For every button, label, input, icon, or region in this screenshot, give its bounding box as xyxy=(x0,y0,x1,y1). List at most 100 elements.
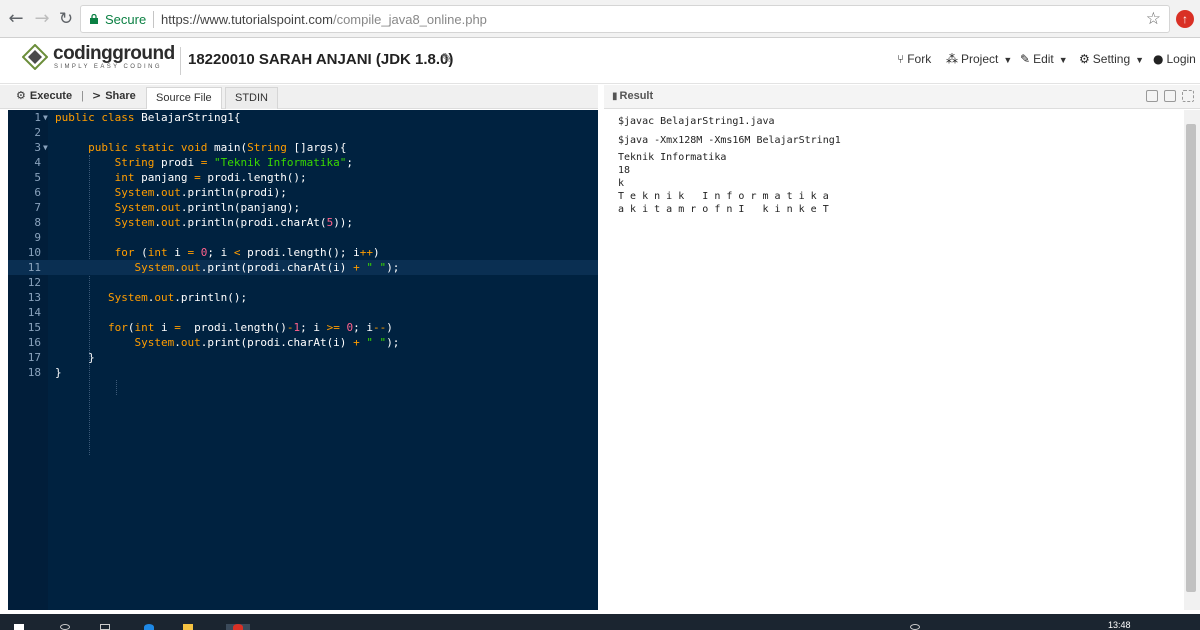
fork-label: Fork xyxy=(907,52,932,66)
fork-menu[interactable]: ⑂ Fork xyxy=(897,52,931,66)
share-button[interactable]: > Share xyxy=(92,89,136,102)
code-line: 2 xyxy=(8,125,598,140)
code-line: 14 xyxy=(8,305,598,320)
tab-stdin[interactable]: STDIN xyxy=(225,87,278,109)
chrome-taskbar-button[interactable] xyxy=(226,624,250,630)
edit-title-icon[interactable]: ✎ xyxy=(441,51,453,67)
code-text: String prodi = "Teknik Informatika"; xyxy=(114,156,354,169)
edit-menu[interactable]: ✎ Edit ▼ xyxy=(1020,52,1068,66)
project-menu[interactable]: ⁂ Project ▼ xyxy=(946,52,1012,66)
codingground-logo-icon xyxy=(22,44,48,70)
result-panel[interactable]: $javac BelajarString1.java $java -Xmx128… xyxy=(604,110,1184,610)
tab-source-file[interactable]: Source File xyxy=(146,87,222,109)
restore-panel-icon[interactable] xyxy=(1164,90,1176,102)
share-label: Share xyxy=(105,90,136,102)
code-text: int panjang = prodi.length(); xyxy=(114,171,307,184)
url-text[interactable]: https://www.tutorialspoint.com/compile_j… xyxy=(161,12,487,27)
lock-icon xyxy=(90,14,98,24)
code-line: 15 for(int i = prodi.length()-1; i >= 0;… xyxy=(8,320,598,335)
result-line: $java -Xmx128M -Xms16M BelajarString1 xyxy=(618,135,841,146)
code-text: System.out.println(prodi.charAt(5)); xyxy=(114,216,354,229)
edge-browser-icon[interactable] xyxy=(144,624,154,630)
code-line: 8 System.out.println(prodi.charAt(5)); xyxy=(8,215,598,230)
code-line: 16 System.out.print(prodi.charAt(i) + " … xyxy=(8,335,598,350)
result-scrollbar-thumb[interactable] xyxy=(1186,124,1196,592)
fold-arrow-icon[interactable]: ▼ xyxy=(43,110,48,125)
code-line: 1 ▼ public class BelajarString1{ xyxy=(8,110,598,125)
line-number: 3 xyxy=(34,141,41,154)
result-line: Teknik Informatika xyxy=(618,152,727,163)
forward-arrow-icon[interactable]: → xyxy=(32,9,52,29)
login-menu[interactable]: ● Login xyxy=(1153,52,1196,66)
header-divider xyxy=(180,47,181,75)
line-number: 7 xyxy=(34,201,41,214)
app-header: codingground SIMPLY EASY CODING 18220010… xyxy=(0,39,1200,84)
code-line: 6 System.out.println(prodi); xyxy=(8,185,598,200)
toolbar-separator: | xyxy=(81,90,84,102)
maximize-panel-icon[interactable] xyxy=(1182,90,1194,102)
setting-label: Setting xyxy=(1092,52,1131,66)
secure-label: Secure xyxy=(105,12,147,27)
code-text: } xyxy=(55,366,62,379)
setting-menu[interactable]: ⚙ Setting ▼ xyxy=(1079,52,1144,66)
back-arrow-icon[interactable]: ← xyxy=(6,9,26,29)
url-path: /compile_java8_online.php xyxy=(332,12,487,27)
line-number: 10 xyxy=(27,246,41,259)
line-number: 13 xyxy=(27,291,41,304)
minimize-panel-icon[interactable] xyxy=(1146,90,1158,102)
code-text: for(int i = prodi.length()-1; i >= 0; i-… xyxy=(107,321,393,334)
code-text: public class BelajarString1{ xyxy=(55,111,241,124)
code-line: 5 int panjang = prodi.length(); xyxy=(8,170,598,185)
file-explorer-icon[interactable] xyxy=(183,624,193,630)
fold-arrow-icon[interactable]: ▼ xyxy=(43,140,48,155)
line-number: 4 xyxy=(34,156,41,169)
login-label: Login xyxy=(1166,52,1196,66)
line-number: 15 xyxy=(27,321,41,334)
browser-toolbar: ← → ↻ Secure https://www.tutorialspoint.… xyxy=(0,0,1200,38)
chevron-down-icon: ▼ xyxy=(1058,55,1068,65)
code-line: 13 System.out.println(); xyxy=(8,290,598,305)
gear-icon: ⚙ xyxy=(1079,52,1090,66)
code-line: 17 } xyxy=(8,350,598,365)
bookmark-star-icon[interactable]: ☆ xyxy=(1146,9,1161,29)
line-number: 5 xyxy=(34,171,41,184)
result-toolbar: ▮ Result xyxy=(604,85,1200,109)
result-line: k xyxy=(618,178,625,189)
code-line: 18} xyxy=(8,365,598,380)
fork-icon: ⑂ xyxy=(897,52,905,66)
line-number: 6 xyxy=(34,186,41,199)
line-number: 18 xyxy=(27,366,41,379)
search-icon[interactable] xyxy=(60,624,70,630)
tray-icon[interactable] xyxy=(910,624,920,630)
extension-icon[interactable]: ↑ xyxy=(1176,10,1194,28)
code-line: 7 System.out.println(panjang); xyxy=(8,200,598,215)
line-number: 16 xyxy=(27,336,41,349)
result-label-text: Result xyxy=(619,90,654,102)
code-line: 3 ▼ public static void main(String []args… xyxy=(8,140,598,155)
code-text: System.out.print(prodi.charAt(i) + " "); xyxy=(134,336,400,349)
edit-label: Edit xyxy=(1033,52,1054,66)
taskbar-clock: 13:48 xyxy=(1108,620,1131,630)
code-editor[interactable]: 1 ▼ public class BelajarString1{ 2 3 ▼ publ… xyxy=(8,110,598,610)
result-line: 18 xyxy=(618,165,631,176)
execute-button[interactable]: ⚙ Execute xyxy=(16,89,72,102)
indent-guide xyxy=(116,380,117,395)
project-icon: ⁂ xyxy=(946,52,958,66)
logo-text: codingground xyxy=(53,43,175,64)
code-text: public static void main(String []args){ xyxy=(88,141,347,154)
result-line: $javac BelajarString1.java xyxy=(618,116,775,127)
project-label: Project xyxy=(961,52,999,66)
code-text: System.out.println(panjang); xyxy=(114,201,301,214)
address-bar[interactable]: Secure https://www.tutorialspoint.com/co… xyxy=(80,5,1170,33)
reload-icon[interactable]: ↻ xyxy=(56,9,76,29)
windows-start-icon[interactable] xyxy=(14,624,24,630)
chevron-down-icon: ▼ xyxy=(1003,55,1013,65)
result-line: a k i t a m r o f n I k i n k e T xyxy=(618,204,829,215)
code-text: System.out.println(prodi); xyxy=(114,186,287,199)
code-text: } xyxy=(55,351,95,364)
task-view-icon[interactable] xyxy=(100,624,110,630)
edit-icon: ✎ xyxy=(1020,52,1031,66)
os-taskbar: 13:48 xyxy=(0,614,1200,630)
code-line-active: 11 System.out.print(prodi.charAt(i) + " … xyxy=(8,260,598,275)
line-number: 1 xyxy=(34,111,41,124)
